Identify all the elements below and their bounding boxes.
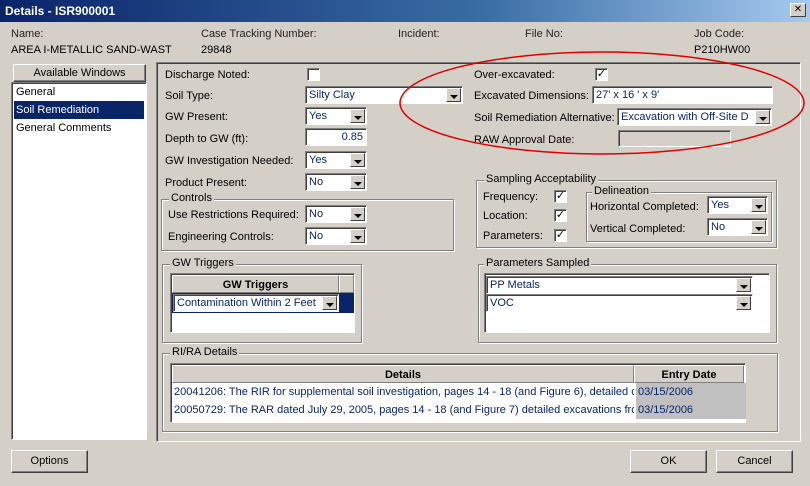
sampling-acceptability-title: Sampling Acceptability [484,173,599,185]
chevron-down-icon[interactable] [736,296,751,310]
vertical-completed-label: Vertical Completed: [590,223,686,235]
title-bar[interactable]: Details - ISR900001 [0,0,810,22]
gw-triggers-header-spacer [339,275,354,293]
gw-present-select[interactable]: Yes [305,107,367,125]
sidebar-item-general-comments[interactable]: General Comments [14,119,144,137]
controls-group-title: Controls [169,192,214,204]
chevron-down-icon[interactable] [350,229,365,243]
name-label: Name: [11,28,44,40]
depth-to-gw-label: Depth to GW (ft): [165,133,249,145]
rira-row-details[interactable]: 20041206: The RIR for supplemental soil … [172,383,634,401]
rira-row-details[interactable]: 20050729: The RAR dated July 29, 2005, p… [172,401,634,419]
engineering-controls-select[interactable]: No [305,227,367,245]
annotation-ellipse [399,51,805,155]
case-tracking-label: Case Tracking Number: [201,28,317,40]
parameter-select-pp-metals[interactable]: PP Metals [486,276,753,294]
product-present-select[interactable]: No [305,173,367,191]
use-restrictions-label: Use Restrictions Required: [168,209,299,221]
gw-investigation-select[interactable]: Yes [305,151,367,169]
horizontal-completed-label: Horizontal Completed: [590,201,699,213]
file-no-label: File No: [525,28,563,40]
available-windows-button[interactable]: Available Windows [13,64,146,82]
gw-investigation-label: GW Investigation Needed: [165,155,294,167]
soil-type-label: Soil Type: [165,90,214,102]
chevron-down-icon[interactable] [322,296,337,310]
gw-trigger-select[interactable]: Contamination Within 2 Feet [173,294,339,312]
frequency-checkbox[interactable]: ✓ [554,190,567,203]
chevron-down-icon[interactable] [350,175,365,189]
frequency-label: Frequency: [483,191,539,203]
ok-button[interactable]: OK [630,450,707,473]
product-present-label: Product Present: [165,177,247,189]
parameter-select-voc[interactable]: VOC [486,294,753,312]
delineation-title: Delineation [592,185,652,197]
parameters-checkbox[interactable]: ✓ [554,229,567,242]
entry-date-column-header[interactable]: Entry Date [634,365,744,383]
name-value: AREA I-METALLIC SAND-WAST [11,44,172,56]
chevron-down-icon[interactable] [350,109,365,123]
use-restrictions-select[interactable]: No [305,205,367,223]
location-label: Location: [483,210,528,222]
case-tracking-value: 29848 [201,44,232,56]
chevron-down-icon[interactable] [751,220,766,234]
sidebar-item-soil-remediation[interactable]: Soil Remediation [14,101,144,119]
parameters-label: Parameters: [483,230,543,242]
engineering-controls-label: Engineering Controls: [168,231,274,243]
gw-triggers-column-header[interactable]: GW Triggers [172,275,339,293]
available-windows-list[interactable]: General Soil Remediation General Comment… [11,82,147,440]
cancel-button[interactable]: Cancel [716,450,793,473]
incident-label: Incident: [398,28,440,40]
location-checkbox[interactable]: ✓ [554,209,567,222]
rira-row-date[interactable]: 03/15/2006 [636,401,746,419]
horizontal-completed-select[interactable]: Yes [707,196,768,214]
sidebar-item-general[interactable]: General [14,83,144,101]
options-button[interactable]: Options [11,450,88,473]
chevron-down-icon[interactable] [350,207,365,221]
chevron-down-icon[interactable] [350,153,365,167]
gw-triggers-group-title: GW Triggers [170,257,236,269]
details-column-header[interactable]: Details [172,365,634,383]
chevron-down-icon[interactable] [751,198,766,212]
close-icon[interactable]: ✕ [790,3,806,17]
gw-present-label: GW Present: [165,111,228,123]
parameters-sampled-grid[interactable]: PP Metals VOC [484,273,770,333]
chevron-down-icon[interactable] [736,278,751,292]
vertical-completed-select[interactable]: No [707,218,768,236]
rira-row-date[interactable]: 03/15/2006 [636,383,746,401]
rira-details-grid[interactable]: Details Entry Date 20041206: The RIR for… [170,363,746,423]
rira-details-title: RI/RA Details [170,346,240,358]
depth-to-gw-input[interactable]: 0.85 [305,128,367,146]
gw-triggers-grid[interactable]: GW Triggers Contamination Within 2 Feet [170,273,355,333]
parameters-sampled-title: Parameters Sampled [484,257,592,269]
discharge-noted-label: Discharge Noted: [165,69,250,81]
job-code-label: Job Code: [694,28,745,40]
discharge-noted-checkbox[interactable] [307,68,320,81]
window-title: Details - ISR900001 [5,4,116,18]
